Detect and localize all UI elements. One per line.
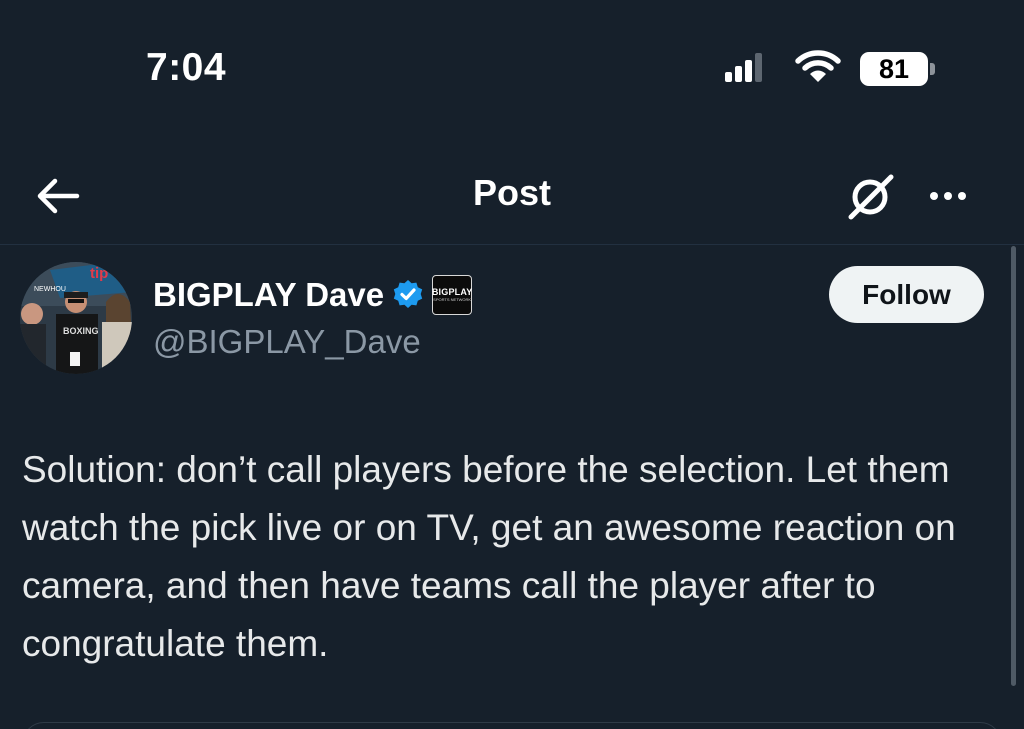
follow-button[interactable]: Follow xyxy=(829,266,984,323)
wifi-icon xyxy=(795,50,841,82)
affiliate-badge-title: BIGPLAY xyxy=(431,287,473,297)
more-dot xyxy=(958,192,966,200)
svg-text:NEWHOU: NEWHOU xyxy=(34,286,66,293)
svg-text:BOXING: BOXING xyxy=(63,326,99,336)
quoted-card-edge xyxy=(22,722,1002,729)
nav-bar: Post xyxy=(0,150,1024,240)
avatar-photo: tip NEWHOU BOXING xyxy=(20,262,132,374)
more-dot xyxy=(944,192,952,200)
battery-cap xyxy=(930,63,935,75)
status-time: 7:04 xyxy=(146,46,227,89)
battery-indicator: 81 xyxy=(860,52,936,86)
svg-text:tip: tip xyxy=(90,265,108,282)
avatar[interactable]: tip NEWHOU BOXING xyxy=(20,262,132,374)
verified-badge-icon xyxy=(393,280,423,308)
cellular-signal-icon xyxy=(725,53,762,82)
divider xyxy=(0,244,1024,245)
post-screen: 7:04 81 Post tip NEWHOU BOXING BIGPLAY D… xyxy=(0,0,1024,729)
affiliate-badge[interactable]: BIGPLAY SPORTS NETWORK xyxy=(432,275,472,315)
more-horizontal-icon xyxy=(930,192,938,200)
battery-level: 81 xyxy=(860,52,928,86)
author-handle[interactable]: @BIGPLAY_Dave xyxy=(153,323,421,361)
author-name-row: BIGPLAY Dave BIGPLAY SPORTS NETWORK xyxy=(153,275,472,315)
author-name[interactable]: BIGPLAY Dave xyxy=(153,276,384,314)
post-text: Solution: don’t call players before the … xyxy=(22,449,956,664)
affiliate-badge-subtitle: SPORTS NETWORK xyxy=(433,297,472,302)
status-bar: 7:04 81 xyxy=(0,0,1024,140)
grok-icon[interactable] xyxy=(842,167,898,223)
more-options-button[interactable] xyxy=(920,170,976,222)
